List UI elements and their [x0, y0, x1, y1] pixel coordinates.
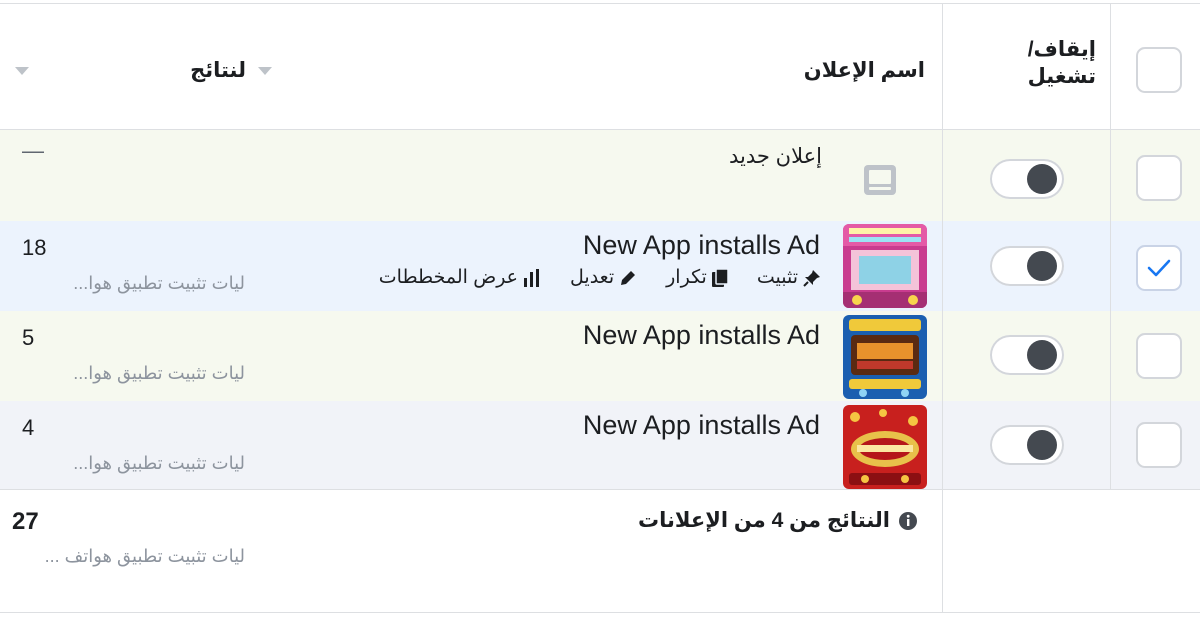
- ad-thumbnail[interactable]: [843, 315, 927, 399]
- new-ad-label: إعلان جديد: [728, 145, 822, 168]
- toggle-header-line1: إيقاف/: [1027, 38, 1096, 61]
- duplicate-action[interactable]: تكرار: [666, 266, 729, 289]
- pin-label: تثبيت: [756, 267, 798, 288]
- ad-toggle[interactable]: [990, 425, 1064, 465]
- divider: [0, 612, 1200, 613]
- results-value: 4: [22, 415, 35, 440]
- summary: النتائج من 4 من الإعلانات: [638, 508, 918, 533]
- total-results-subtext: ليات تثبيت تطبيق هواتف ...: [44, 546, 245, 566]
- results-value: 18: [22, 235, 47, 260]
- results-subtext: ليات تثبيت تطبيق هوا...: [73, 273, 245, 293]
- row-checkbox[interactable]: [1136, 155, 1182, 201]
- results-subtext: ليات تثبيت تطبيق هوا...: [73, 363, 245, 383]
- row-checkbox[interactable]: [1136, 245, 1182, 291]
- pin-action[interactable]: تثبيت: [757, 266, 822, 289]
- checkmark-icon: [1147, 259, 1171, 277]
- divider: [0, 129, 1200, 130]
- view-charts-action[interactable]: عرض المخططات: [379, 266, 542, 289]
- results-value: 5: [22, 325, 35, 350]
- table-footer: النتائج من 4 من الإعلانات 27 ليات تثبيت …: [0, 490, 1200, 617]
- ad-name-column-header[interactable]: اسم الإعلان: [800, 58, 925, 83]
- new-ad-results: —: [22, 138, 44, 163]
- divider: [0, 3, 1200, 4]
- row-checkbox[interactable]: [1136, 333, 1182, 379]
- ad-thumbnail[interactable]: [843, 405, 927, 489]
- info-icon[interactable]: [898, 511, 918, 531]
- column-menu-caret-icon[interactable]: [15, 67, 29, 75]
- table-row[interactable]: New App installs Ad عرض المخططات تعديل ت…: [0, 221, 1200, 311]
- divider: [1110, 3, 1111, 490]
- ad-placeholder-icon: [862, 162, 898, 203]
- duplicate-icon: [711, 267, 729, 287]
- bar-chart-icon: [524, 268, 540, 287]
- table-header: إيقاف/ تشغيل اسم الإعلان لنتائج: [0, 3, 1200, 129]
- view-charts-label: عرض المخططات: [378, 267, 519, 288]
- row-actions: عرض المخططات تعديل تكرار تثبيت: [379, 266, 822, 289]
- total-results: 27: [12, 508, 39, 535]
- results-column-header[interactable]: لنتائج: [186, 58, 246, 83]
- ad-toggle[interactable]: [990, 335, 1064, 375]
- duplicate-label: تكرار: [666, 267, 707, 288]
- new-ad-row[interactable]: إعلان جديد —: [0, 130, 1200, 221]
- table-row[interactable]: New App installs Ad 5 ليات تثبيت تطبيق ه…: [0, 311, 1200, 401]
- select-all-checkbox[interactable]: [1136, 47, 1182, 93]
- edit-label: تعديل: [570, 267, 615, 288]
- table-row[interactable]: New App installs Ad 4 ليات تثبيت تطبيق ه…: [0, 401, 1200, 489]
- results-subtext: ليات تثبيت تطبيق هوا...: [73, 453, 245, 473]
- ad-name[interactable]: New App installs Ad: [583, 320, 820, 351]
- toggle-column-header: إيقاف/ تشغيل: [1026, 36, 1096, 90]
- divider: [0, 489, 1200, 490]
- toggle-header-line2: تشغيل: [1027, 65, 1096, 88]
- results-sort-caret-icon[interactable]: [258, 67, 272, 75]
- pin-icon: [803, 269, 820, 287]
- ad-toggle[interactable]: [990, 159, 1064, 199]
- ad-thumbnail[interactable]: [843, 224, 927, 308]
- edit-action[interactable]: تعديل: [570, 266, 638, 289]
- ad-toggle[interactable]: [990, 246, 1064, 286]
- ads-table: إيقاف/ تشغيل اسم الإعلان لنتائج إعلان جد…: [0, 0, 1200, 617]
- pencil-icon: [621, 270, 636, 285]
- row-checkbox[interactable]: [1136, 422, 1182, 468]
- ad-name[interactable]: New App installs Ad: [583, 230, 820, 261]
- summary-label: النتائج من 4 من الإعلانات: [638, 509, 890, 532]
- ad-name[interactable]: New App installs Ad: [583, 410, 820, 441]
- divider: [942, 3, 943, 612]
